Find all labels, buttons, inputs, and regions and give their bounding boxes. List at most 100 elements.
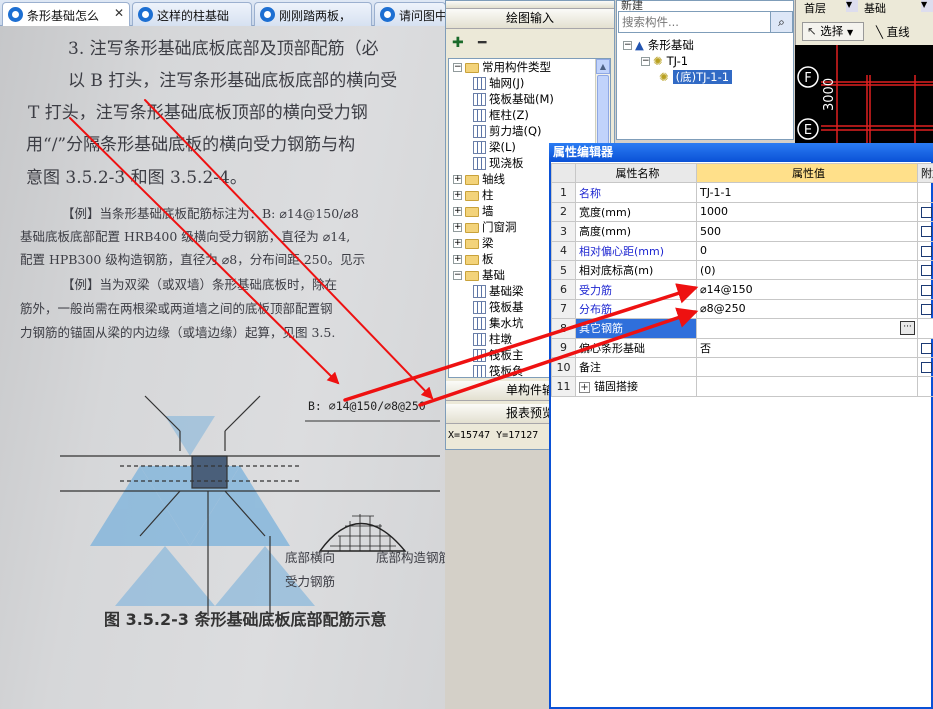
property-row[interactable]: 10 备注 (551, 356, 933, 378)
attach-cell (917, 240, 933, 261)
component-tree-item[interactable]: ✺ (底)TJ-1-1 (659, 69, 733, 85)
tree-item[interactable]: 筏板主 (473, 347, 524, 363)
remove-icon[interactable]: ━ (478, 35, 486, 51)
collapse-icon[interactable]: − (641, 57, 650, 66)
tree-item-label: 墙 (482, 204, 494, 218)
tree-item[interactable]: 框柱(Z) (473, 107, 529, 123)
tree-item-label: 常用构件类型 (482, 60, 551, 74)
tree-item[interactable]: − 常用构件类型 (453, 59, 551, 75)
cad-canvas[interactable]: F E 3000 (795, 45, 933, 145)
collapse-icon[interactable]: − (453, 63, 462, 72)
property-value[interactable] (696, 376, 918, 397)
expand-icon[interactable]: + (453, 255, 462, 264)
tree-item[interactable]: + 轴线 (453, 171, 505, 187)
tree-item[interactable]: + 梁 (453, 235, 494, 251)
expand-icon[interactable]: + (579, 381, 590, 393)
property-row[interactable]: 5 相对底标高(m) (0) (551, 259, 933, 281)
line-tool-button[interactable]: ╲ 直线 (876, 24, 910, 40)
tree-item-label: 筏板基础(M) (489, 92, 554, 106)
cad-toolbar: 首层 ▼ 基础 ▼ ↖ 选择 ▼ ╲ 直线 (795, 0, 933, 45)
checkbox[interactable] (921, 284, 932, 296)
row-number: 4 (551, 240, 576, 261)
add-icon[interactable]: ✚ (452, 35, 464, 51)
scroll-up-icon[interactable]: ▲ (596, 59, 610, 74)
search-input[interactable] (619, 12, 767, 32)
property-value[interactable] (696, 356, 918, 378)
property-row[interactable]: 11 + 锚固搭接 (551, 376, 933, 397)
chevron-down-icon[interactable]: ▼ (846, 0, 858, 12)
folder-icon (465, 190, 479, 201)
collapse-icon[interactable]: − (623, 41, 632, 50)
checkbox[interactable] (921, 265, 932, 277)
property-value[interactable]: 否 (696, 337, 918, 358)
tree-item[interactable]: 筏板负 (473, 363, 524, 377)
tree-item[interactable]: 筏板基 (473, 299, 524, 315)
checkbox[interactable] (921, 362, 932, 374)
tree-item[interactable]: 筏板基础(M) (473, 91, 554, 107)
component-tree-item[interactable]: − ▲ 条形基础 (623, 37, 694, 53)
property-value[interactable]: ⌀8@250 (696, 298, 918, 320)
checkbox[interactable] (921, 245, 932, 257)
draw-input-button[interactable]: 绘图输入 (446, 9, 614, 29)
tree-item[interactable]: 轴网(J) (473, 75, 524, 91)
tree-item[interactable]: 集水坑 (473, 315, 524, 331)
expand-icon[interactable]: + (453, 207, 462, 216)
property-row[interactable]: 4 相对偏心距(mm) 0 (551, 240, 933, 261)
expand-icon[interactable]: + (453, 175, 462, 184)
property-row[interactable]: 1 名称 TJ-1-1 (551, 182, 933, 203)
chevron-down-icon[interactable]: ▼ (921, 0, 933, 12)
close-icon[interactable]: ✕ (114, 6, 124, 20)
property-row[interactable]: 8 其它钢筋 ··· (551, 318, 933, 339)
property-row[interactable]: 6 受力筋 ⌀14@150 (551, 279, 933, 300)
layer-select[interactable]: 基础 (864, 0, 886, 16)
floor-select[interactable]: 首层 (804, 0, 826, 16)
expand-icon[interactable]: + (453, 191, 462, 200)
collapse-icon[interactable]: − (453, 271, 462, 280)
search-icon[interactable]: ⌕ (770, 12, 792, 32)
checkbox[interactable] (921, 206, 932, 218)
property-value[interactable]: 0 (696, 240, 918, 261)
component-tree-label: (底)TJ-1-1 (672, 70, 733, 84)
tree-item[interactable]: + 墙 (453, 203, 494, 219)
ellipsis-button[interactable]: ··· (900, 321, 915, 336)
property-value[interactable]: 1000 (696, 201, 918, 223)
tree-item[interactable]: 柱墩 (473, 331, 512, 347)
browser-tab-2[interactable]: 这样的柱基础 (132, 2, 252, 26)
tree-item[interactable]: 梁(L) (473, 139, 516, 155)
tree-item[interactable]: 剪力墙(Q) (473, 123, 542, 139)
tree-item[interactable]: 基础梁 (473, 283, 524, 299)
tree-item-label: 基础 (482, 268, 505, 282)
line-icon: ╲ (876, 25, 883, 39)
tree-item[interactable]: − 基础 (453, 267, 505, 283)
tree-item-label: 现浇板 (489, 156, 524, 170)
checkbox[interactable] (921, 342, 932, 354)
tree-item[interactable]: 现浇板 (473, 155, 524, 171)
browser-tab-1[interactable]: 条形基础怎么 ✕ (2, 2, 130, 26)
select-tool-button[interactable]: ↖ 选择 ▼ (802, 22, 864, 41)
property-value[interactable]: 500 (696, 221, 918, 242)
property-row[interactable]: 3 高度(mm) 500 (551, 221, 933, 242)
checkbox[interactable] (921, 226, 932, 238)
property-row[interactable]: 7 分布筋 ⌀8@250 (551, 298, 933, 320)
property-row[interactable]: 9 偏心条形基础 否 (551, 337, 933, 358)
property-value[interactable]: ⌀14@150 (696, 279, 918, 300)
checkbox[interactable] (921, 303, 932, 315)
column-header-index (551, 162, 576, 184)
property-value[interactable]: (0) (696, 259, 918, 281)
component-tree-item[interactable]: − ✺ TJ-1 (641, 53, 688, 69)
tree-item-label: 柱 (482, 188, 494, 202)
expand-icon[interactable]: + (453, 223, 462, 232)
browser-tab-3[interactable]: 刚刚踏两板， (254, 2, 372, 26)
expand-icon[interactable]: + (453, 239, 462, 248)
property-value[interactable]: ··· (696, 318, 918, 339)
property-row[interactable]: 2 宽度(mm) 1000 (551, 201, 933, 223)
row-number: 2 (551, 201, 576, 223)
text-line: 筋外，一般尚需在两根梁或两道墙之间的底板顶部配置钢 (20, 301, 333, 316)
property-value[interactable]: TJ-1-1 (696, 182, 918, 203)
tree-item[interactable]: + 柱 (453, 187, 494, 203)
tree-item[interactable]: + 门窗洞 (453, 219, 517, 235)
tree-item[interactable]: + 板 (453, 251, 494, 267)
property-name-label: 受力筋 (579, 283, 612, 297)
baidu-logo-icon (8, 7, 23, 22)
browser-tab-4[interactable]: 请问图中 (374, 2, 446, 26)
